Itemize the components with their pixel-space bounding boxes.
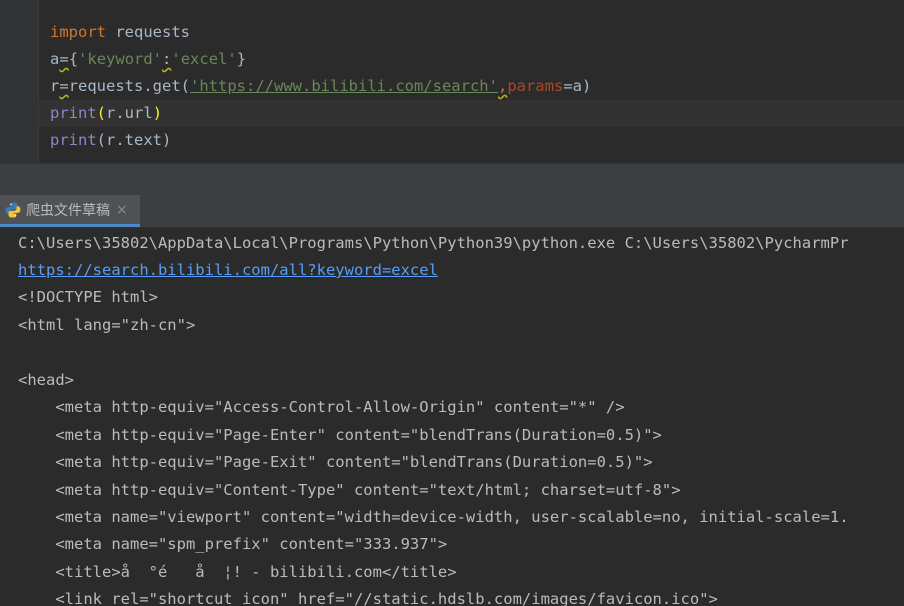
console-line: <link rel="shortcut icon" href="//static… <box>18 590 718 606</box>
console-line: <meta http-equiv="Access-Control-Allow-O… <box>18 398 625 416</box>
builtin-print: print <box>50 104 97 122</box>
string-url[interactable]: 'https://www.bilibili.com/search' <box>190 77 498 95</box>
console-line: <meta http-equiv="Page-Exit" content="bl… <box>18 453 653 471</box>
run-tab-label: 爬虫文件草稿 <box>26 202 110 219</box>
console-line: <!DOCTYPE html> <box>18 288 158 306</box>
run-console-output[interactable]: C:\Users\35802\AppData\Local\Programs\Py… <box>0 228 904 606</box>
code-text: =a) <box>563 77 592 95</box>
code-line-1[interactable]: import requests <box>50 19 190 46</box>
code-text: : <box>162 50 172 68</box>
matched-paren: ) <box>152 104 163 122</box>
builtin-print: print <box>50 131 97 149</box>
code-line-5[interactable]: print(r.text) <box>50 127 171 154</box>
code-line-3[interactable]: r=requests.get('https://www.bilibili.com… <box>50 73 591 100</box>
python-icon <box>5 202 21 217</box>
string-literal: 'excel' <box>171 50 237 68</box>
code-text: } <box>236 50 247 68</box>
code-text: { <box>68 50 79 68</box>
code-text: r <box>50 77 60 95</box>
console-line: <meta http-equiv="Page-Enter" content="b… <box>18 426 662 444</box>
code-text: = <box>59 77 69 95</box>
output-url-link-text[interactable]: https://search.bilibili.com/all?keyword=… <box>18 261 438 279</box>
code-line-2[interactable]: a={'keyword':'excel'} <box>50 46 246 73</box>
console-line: <head> <box>18 371 74 389</box>
console-line: <html lang="zh-cn"> <box>18 316 196 334</box>
close-icon[interactable]: × <box>116 202 128 218</box>
string-literal: 'keyword' <box>78 50 163 68</box>
code-text: r.url <box>106 104 153 122</box>
run-tool-window-tabs: 爬虫文件草稿 × <box>0 195 904 228</box>
panel-divider[interactable] <box>0 163 904 196</box>
run-tab[interactable]: 爬虫文件草稿 × <box>0 195 140 227</box>
code-text: ) <box>162 131 172 149</box>
code-text: , <box>497 77 508 95</box>
line-gutter[interactable] <box>0 0 39 163</box>
code-text: a <box>50 50 60 68</box>
console-line: C:\Users\35802\AppData\Local\Programs\Py… <box>18 234 849 252</box>
code-text: ( <box>96 131 107 149</box>
console-line: <meta http-equiv="Content-Type" content=… <box>18 481 681 499</box>
keyword-import: import <box>50 23 106 41</box>
code-line-4[interactable]: print(r.url) <box>50 100 162 127</box>
code-editor[interactable]: import requests a={'keyword':'excel'} r=… <box>0 0 904 163</box>
code-text: requests <box>106 23 190 41</box>
console-line: <meta name="viewport" content="width=dev… <box>18 508 849 526</box>
named-param: params <box>507 77 564 95</box>
code-text: r.text <box>106 131 163 149</box>
matched-paren: ( <box>96 104 107 122</box>
code-text: requests.get( <box>68 77 191 95</box>
code-text: = <box>59 50 69 68</box>
console-line: <title>å °é å ¦! - bilibili.com</title> <box>18 563 457 581</box>
console-line: <meta name="spm_prefix" content="333.937… <box>18 535 448 553</box>
output-url-link[interactable]: https://search.bilibili.com/all?keyword=… <box>18 257 438 284</box>
current-line-highlight <box>39 100 904 127</box>
